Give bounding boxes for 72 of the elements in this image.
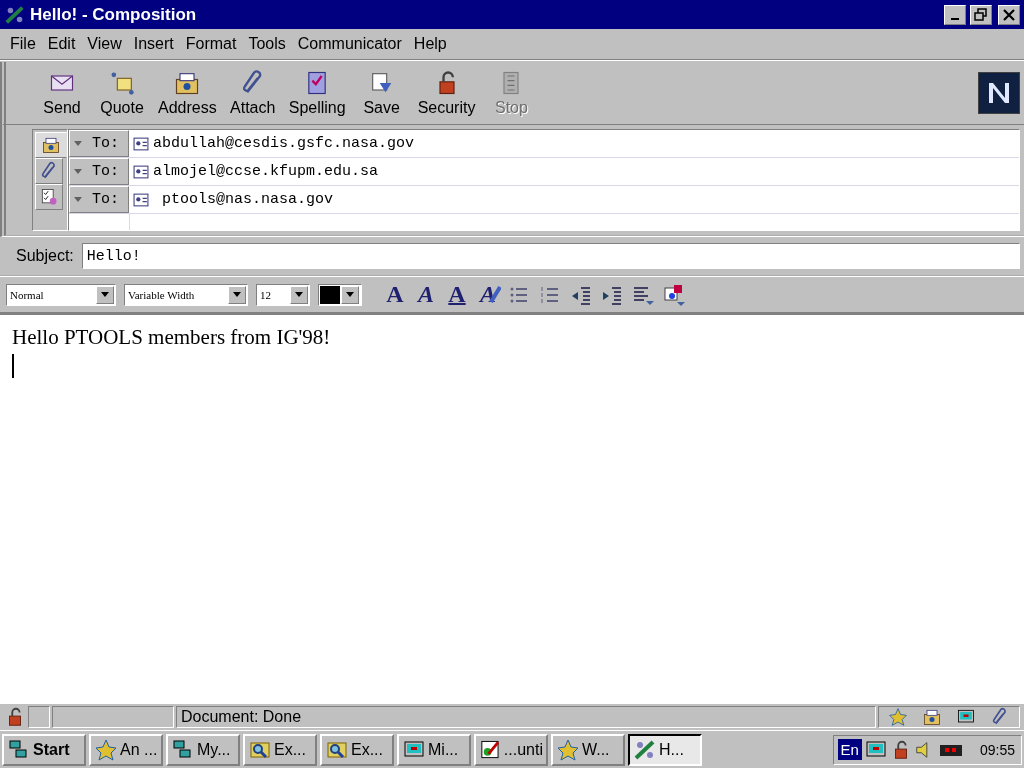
toolbar-button[interactable]: Spelling [282,69,352,117]
recipient-type-dropdown[interactable]: To: [69,130,129,157]
close-icon [1002,7,1016,22]
task-icon [94,737,118,762]
side-tab[interactable] [35,132,67,158]
contact-card-icon [133,135,149,152]
format-dropdown[interactable]: Normal [6,283,116,306]
insert-object-icon [662,282,686,307]
caret-icon [101,292,109,297]
text-cursor [12,354,14,378]
taskbar-button[interactable]: H... [628,733,702,766]
toolbar-button[interactable]: Address [152,69,223,117]
language-indicator[interactable]: En [837,739,862,760]
taskbar-button[interactable]: W... [551,733,625,766]
caret-icon [233,292,241,297]
format-dropdown[interactable]: 12 [256,283,310,306]
underline-button[interactable]: A [444,281,470,308]
contact-card-icon [133,191,149,208]
status-message: Document: Done [181,708,302,726]
taskbar-button[interactable]: An ... [89,733,163,766]
status-panel [28,706,50,728]
task-icon [556,737,580,762]
recipient-type-dropdown[interactable]: To: [69,186,129,213]
clock: 09:55 [979,741,1015,758]
window-title: Hello! - Composition [30,4,198,25]
subject-field[interactable]: Hello! [81,243,1020,269]
menu-item[interactable]: View [81,33,128,55]
close-button[interactable] [998,4,1020,25]
menu-item[interactable]: Communicator [291,33,408,55]
taskbar-button[interactable]: My... [166,733,240,766]
caret-icon [74,197,82,202]
contact-card-icon [133,163,149,180]
toolbar-button[interactable]: Quote [92,69,152,117]
color-swatch [320,285,340,304]
menu-item[interactable]: Format [179,33,243,55]
color-dropdown[interactable] [318,283,362,306]
toolbar-button[interactable]: Send [32,69,92,117]
toolbar-button[interactable]: Security [411,69,482,117]
taskbar-button[interactable]: Mi... [397,733,471,766]
address-icon [41,135,61,155]
italic-button[interactable]: A [413,281,439,308]
taskbar-button[interactable]: Ex... [243,733,317,766]
start-button[interactable]: Start [2,733,86,766]
recipient-type-dropdown[interactable]: To: [69,158,129,185]
minimize-button[interactable] [944,4,966,25]
menu-item[interactable]: Insert [127,33,180,55]
subject-label: Subject: [16,247,74,265]
caret-icon [346,292,354,297]
restore-icon [974,7,988,22]
menu-item[interactable]: Help [407,33,453,55]
caret-icon [74,169,82,174]
menu-item[interactable]: Tools [242,33,292,55]
options-icon [39,187,59,207]
menu-item[interactable]: Edit [41,33,82,55]
side-tab[interactable] [35,158,63,184]
toolbar-button[interactable]: Attach [222,69,283,117]
menu-item[interactable]: File [4,33,42,55]
toolbar-button[interactable]: Save [351,69,412,117]
recipient-address[interactable]: ptools@nas.nasa.gov [153,191,334,208]
side-tab[interactable] [35,184,63,210]
caret-icon [74,141,82,146]
taskbar-button[interactable]: ...unti [474,733,548,766]
logo-icon [978,72,1020,114]
format-dropdown[interactable]: Variable Width [124,283,248,306]
bold-button[interactable]: A [382,281,408,308]
restore-button[interactable] [970,4,992,25]
recipient-address[interactable]: abdullah@cesdis.gsfc.nasa.gov [153,135,415,152]
minimize-icon [951,17,959,20]
taskbar-button[interactable]: Ex... [320,733,394,766]
recipient-address[interactable]: almojel@ccse.kfupm.edu.sa [153,163,379,180]
caret-icon [295,292,303,297]
message-text: Hello PTOOLS members from IG'98! [12,325,332,350]
